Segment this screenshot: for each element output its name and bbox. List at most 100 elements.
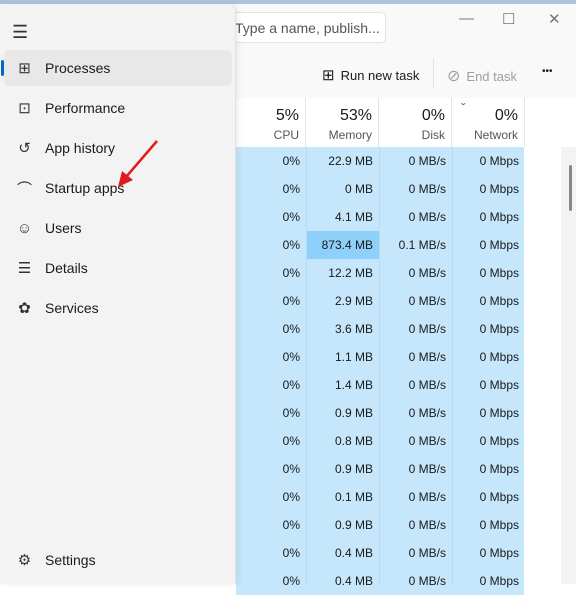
table-row[interactable]: 0% 1.1 MB 0 MB/s 0 Mbps	[236, 343, 524, 371]
table-row[interactable]: 0% 2.9 MB 0 MB/s 0 Mbps	[236, 287, 524, 315]
network-cell: 0 Mbps	[479, 406, 519, 420]
cpu-cell: 0%	[282, 378, 300, 392]
disk-label: Disk	[421, 128, 445, 142]
memory-cell: 0.9 MB	[334, 462, 373, 476]
network-cell: 0 Mbps	[479, 434, 519, 448]
disk-cell: 0.1 MB/s	[398, 238, 446, 252]
startup-icon: ⌒	[16, 180, 32, 198]
column-network[interactable]: ˇ 0% Network	[452, 98, 525, 147]
sidebar-item-services[interactable]: ✿ Services	[4, 290, 232, 326]
scrollbar-thumb[interactable]	[569, 165, 572, 211]
end-task-label: End task	[466, 68, 517, 84]
column-divider	[379, 147, 380, 584]
end-task-icon: ⊘	[447, 68, 461, 85]
active-indicator	[1, 60, 4, 76]
settings-icon: ⚙	[17, 552, 32, 569]
disk-cell: 0 MB/s	[408, 546, 446, 560]
end-task-button[interactable]: ⊘ End task	[447, 66, 517, 86]
table-row[interactable]: 0% 4.1 MB 0 MB/s 0 Mbps	[236, 203, 524, 231]
search-input[interactable]: Type a name, publish...	[222, 12, 386, 43]
memory-cell: 3.6 MB	[334, 322, 373, 336]
memory-cell: 0.4 MB	[334, 546, 373, 560]
run-new-task-button[interactable]: ⊞ Run new task	[322, 66, 419, 84]
disk-cell: 0 MB/s	[408, 378, 446, 392]
table-row[interactable]: 0% 22.9 MB 0 MB/s 0 Mbps	[236, 147, 524, 175]
network-cell: 0 Mbps	[479, 378, 519, 392]
cpu-cell: 0%	[282, 434, 300, 448]
sidebar-item-settings[interactable]: ⚙ Settings	[4, 542, 232, 578]
maximize-button[interactable]: ☐	[502, 10, 515, 28]
cpu-cell: 0%	[282, 406, 300, 420]
network-cell: 0 Mbps	[479, 350, 519, 364]
network-cell: 0 Mbps	[479, 210, 519, 224]
table-row[interactable]: 0% 0.9 MB 0 MB/s 0 Mbps	[236, 399, 524, 427]
memory-cell: 0.9 MB	[334, 518, 373, 532]
table-row[interactable]: 0% 873.4 MB 0.1 MB/s 0 Mbps	[236, 231, 524, 259]
network-cell: 0 Mbps	[479, 518, 519, 532]
disk-cell: 0 MB/s	[408, 322, 446, 336]
sidebar-item-processes[interactable]: ⊞ Processes	[1, 50, 232, 86]
red-arrow-annotation	[118, 140, 158, 187]
table-row[interactable]: 0% 0.4 MB 0 MB/s 0 Mbps	[236, 567, 524, 595]
disk-cell: 0 MB/s	[408, 406, 446, 420]
network-cell: 0 Mbps	[479, 322, 519, 336]
table-row[interactable]: 0% 0.9 MB 0 MB/s 0 Mbps	[236, 511, 524, 539]
more-options-button[interactable]: •••	[542, 66, 553, 77]
run-new-task-label: Run new task	[340, 67, 420, 83]
history-icon: ↺	[18, 140, 31, 157]
network-cell: 0 Mbps	[479, 238, 519, 252]
disk-cell: 0 MB/s	[408, 154, 446, 168]
disk-cell: 0 MB/s	[408, 518, 446, 532]
cpu-label: CPU	[273, 128, 299, 142]
memory-cell: 0.1 MB	[334, 490, 373, 504]
toolbar: ⊞ Run new task ⊘ End task •••	[236, 50, 576, 98]
cpu-cell: 0%	[282, 546, 300, 560]
cpu-cell: 0%	[282, 462, 300, 476]
disk-cell: 0 MB/s	[408, 434, 446, 448]
memory-cell: 12.2 MB	[328, 266, 373, 280]
table-row[interactable]: 0% 1.4 MB 0 MB/s 0 Mbps	[236, 371, 524, 399]
sidebar-item-users[interactable]: ☺ Users	[4, 210, 232, 246]
column-divider	[306, 147, 307, 584]
table-row[interactable]: 0% 0 MB 0 MB/s 0 Mbps	[236, 175, 524, 203]
network-cell: 0 Mbps	[479, 154, 519, 168]
disk-cell: 0 MB/s	[408, 490, 446, 504]
sidebar-item-label: Services	[45, 300, 99, 316]
sidebar-item-performance[interactable]: ⊡ Performance	[4, 90, 232, 126]
run-task-icon: ⊞	[322, 67, 335, 84]
sidebar-item-details[interactable]: ☰ Details	[4, 250, 232, 286]
memory-total: 53%	[339, 107, 372, 124]
users-icon: ☺	[16, 219, 33, 237]
cpu-cell: 0%	[282, 350, 300, 364]
cpu-cell: 0%	[282, 238, 300, 252]
memory-cell: 0.8 MB	[334, 434, 373, 448]
close-button[interactable]: ✕	[548, 10, 561, 28]
table-row[interactable]: 0% 0.1 MB 0 MB/s 0 Mbps	[236, 483, 524, 511]
vertical-scrollbar[interactable]	[561, 147, 576, 584]
table-row[interactable]: 0% 0.8 MB 0 MB/s 0 Mbps	[236, 427, 524, 455]
network-cell: 0 Mbps	[479, 294, 519, 308]
disk-cell: 0 MB/s	[408, 210, 446, 224]
table-row[interactable]: 0% 3.6 MB 0 MB/s 0 Mbps	[236, 315, 524, 343]
table-row[interactable]: 0% 12.2 MB 0 MB/s 0 Mbps	[236, 259, 524, 287]
table-row[interactable]: 0% 0.4 MB 0 MB/s 0 Mbps	[236, 539, 524, 567]
table-row[interactable]: 0% 0.9 MB 0 MB/s 0 Mbps	[236, 455, 524, 483]
hamburger-menu-icon[interactable]: ☰	[12, 22, 28, 43]
details-icon: ☰	[17, 260, 32, 277]
column-disk[interactable]: 0% Disk	[379, 98, 452, 147]
disk-cell: 0 MB/s	[408, 266, 446, 280]
column-memory[interactable]: 53% Memory	[306, 98, 379, 147]
sidebar-item-label: Performance	[45, 100, 126, 116]
disk-cell: 0 MB/s	[408, 294, 446, 308]
network-label: Network	[473, 128, 518, 142]
cpu-cell: 0%	[282, 490, 300, 504]
disk-cell: 0 MB/s	[408, 182, 446, 196]
disk-total: 0%	[421, 107, 445, 124]
sidebar-item-label: Processes	[45, 60, 111, 76]
sidebar-item-label: Settings	[45, 552, 96, 568]
minimize-button[interactable]: —	[459, 10, 474, 27]
column-cpu[interactable]: 5% CPU	[236, 98, 306, 147]
network-cell: 0 Mbps	[479, 546, 519, 560]
network-cell: 0 Mbps	[479, 490, 519, 504]
cpu-cell: 0%	[282, 182, 300, 196]
